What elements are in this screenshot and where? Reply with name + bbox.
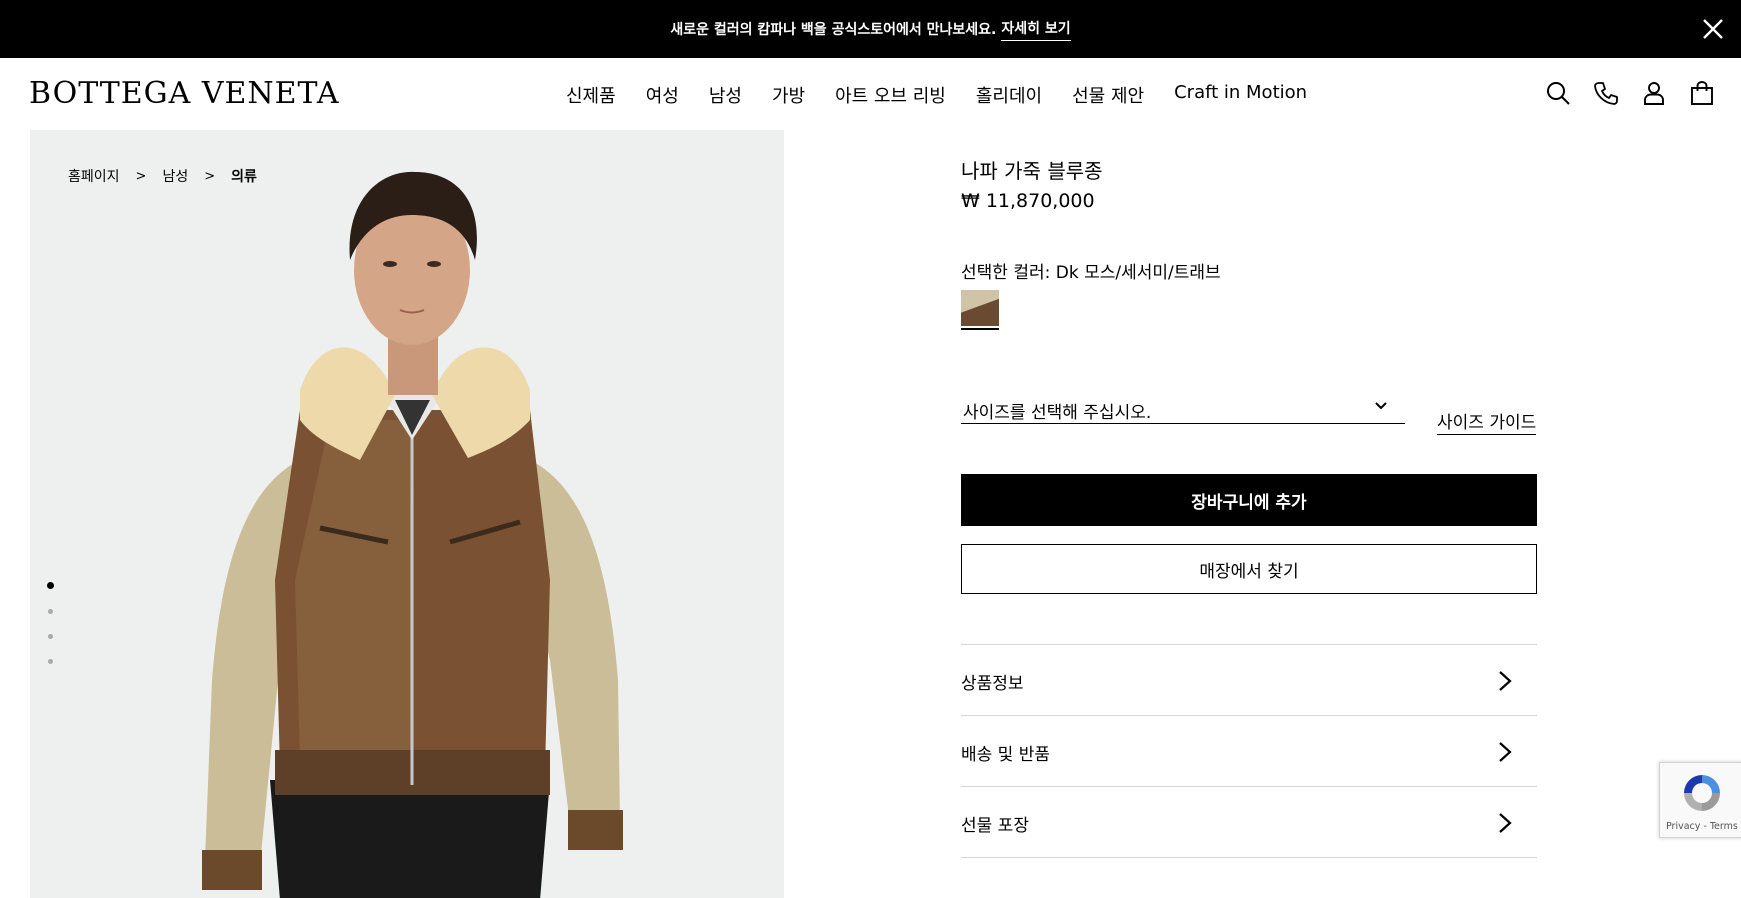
chevron-down-icon <box>1375 402 1387 410</box>
promo-link[interactable]: 자세히 보기 <box>1001 18 1071 41</box>
nav-gifts[interactable]: 선물 제안 <box>1072 82 1144 108</box>
product-image <box>202 171 623 898</box>
size-select-placeholder: 사이즈를 선택해 주십시오. <box>963 403 1152 423</box>
nav-art-of-living[interactable]: 아트 오브 리빙 <box>835 82 946 108</box>
accordion-product-info[interactable]: 상품정보 <box>961 645 1537 716</box>
phone-icon[interactable] <box>1593 80 1619 106</box>
bag-icon[interactable] <box>1689 80 1715 106</box>
slide-indicators <box>47 582 54 684</box>
breadcrumb: 홈페이지 > 남성 > 의류 <box>68 166 257 186</box>
selected-color-label: 선택한 컬러: Dk 모스/세서미/트래브 <box>961 263 1221 283</box>
breadcrumb-home[interactable]: 홈페이지 <box>68 166 120 186</box>
slide-dot-4[interactable] <box>48 659 53 664</box>
size-guide-link[interactable]: 사이즈 가이드 <box>1437 408 1537 435</box>
search-icon[interactable] <box>1545 80 1571 106</box>
find-in-store-button[interactable]: 매장에서 찾기 <box>961 544 1537 594</box>
main-nav: 신제품 여성 남성 가방 아트 오브 리빙 홀리데이 선물 제안 Craft i… <box>566 82 1337 108</box>
chevron-right-icon <box>1499 671 1512 691</box>
add-to-cart-button[interactable]: 장바구니에 추가 <box>961 474 1537 526</box>
color-swatch[interactable] <box>961 290 999 330</box>
breadcrumb-clothing: 의류 <box>231 169 257 185</box>
product-price: ₩ 11,870,000 <box>961 190 1095 212</box>
product-name: 나파 가죽 블루종 <box>961 159 1103 183</box>
product-accordion: 상품정보 배송 및 반품 선물 포장 <box>961 644 1537 858</box>
chevron-right-icon <box>1499 742 1512 762</box>
product-gallery[interactable]: 홈페이지 > 남성 > 의류 <box>30 130 784 898</box>
accordion-label: 상품정보 <box>961 674 1024 694</box>
site-header: BOTTEGA VENETA 신제품 여성 남성 가방 아트 오브 리빙 홀리데… <box>0 58 1741 130</box>
slide-dot-2[interactable] <box>48 609 53 614</box>
promo-message: 새로운 컬러의 캄파나 백을 공식스토어에서 만나보세요. <box>670 22 997 38</box>
chevron-right-icon <box>1499 813 1512 833</box>
recaptcha-icon <box>1684 775 1720 811</box>
close-icon[interactable] <box>1699 15 1727 43</box>
slide-dot-1[interactable] <box>47 582 54 589</box>
recaptcha-terms[interactable]: Privacy - Terms <box>1666 821 1738 832</box>
breadcrumb-separator: > <box>135 168 147 184</box>
recaptcha-badge[interactable]: Privacy - Terms <box>1659 762 1741 838</box>
account-icon[interactable] <box>1641 80 1667 106</box>
nav-men[interactable]: 남성 <box>709 82 742 108</box>
brand-logo[interactable]: BOTTEGA VENETA <box>29 76 340 111</box>
breadcrumb-separator: > <box>204 168 216 184</box>
accordion-gift-wrap[interactable]: 선물 포장 <box>961 787 1537 858</box>
accordion-shipping-returns[interactable]: 배송 및 반품 <box>961 716 1537 787</box>
size-select[interactable]: 사이즈를 선택해 주십시오. <box>961 392 1405 424</box>
slide-dot-3[interactable] <box>48 634 53 639</box>
header-icons <box>1523 80 1715 106</box>
breadcrumb-men[interactable]: 남성 <box>162 166 188 186</box>
nav-holiday[interactable]: 홀리데이 <box>976 82 1042 108</box>
nav-bags[interactable]: 가방 <box>772 82 805 108</box>
nav-new-in[interactable]: 신제품 <box>566 82 616 108</box>
nav-craft-in-motion[interactable]: Craft in Motion <box>1174 82 1307 108</box>
accordion-label: 선물 포장 <box>961 816 1029 836</box>
promo-bar: 새로운 컬러의 캄파나 백을 공식스토어에서 만나보세요. 자세히 보기 <box>0 0 1741 58</box>
accordion-label: 배송 및 반품 <box>961 745 1051 765</box>
nav-women[interactable]: 여성 <box>646 82 679 108</box>
